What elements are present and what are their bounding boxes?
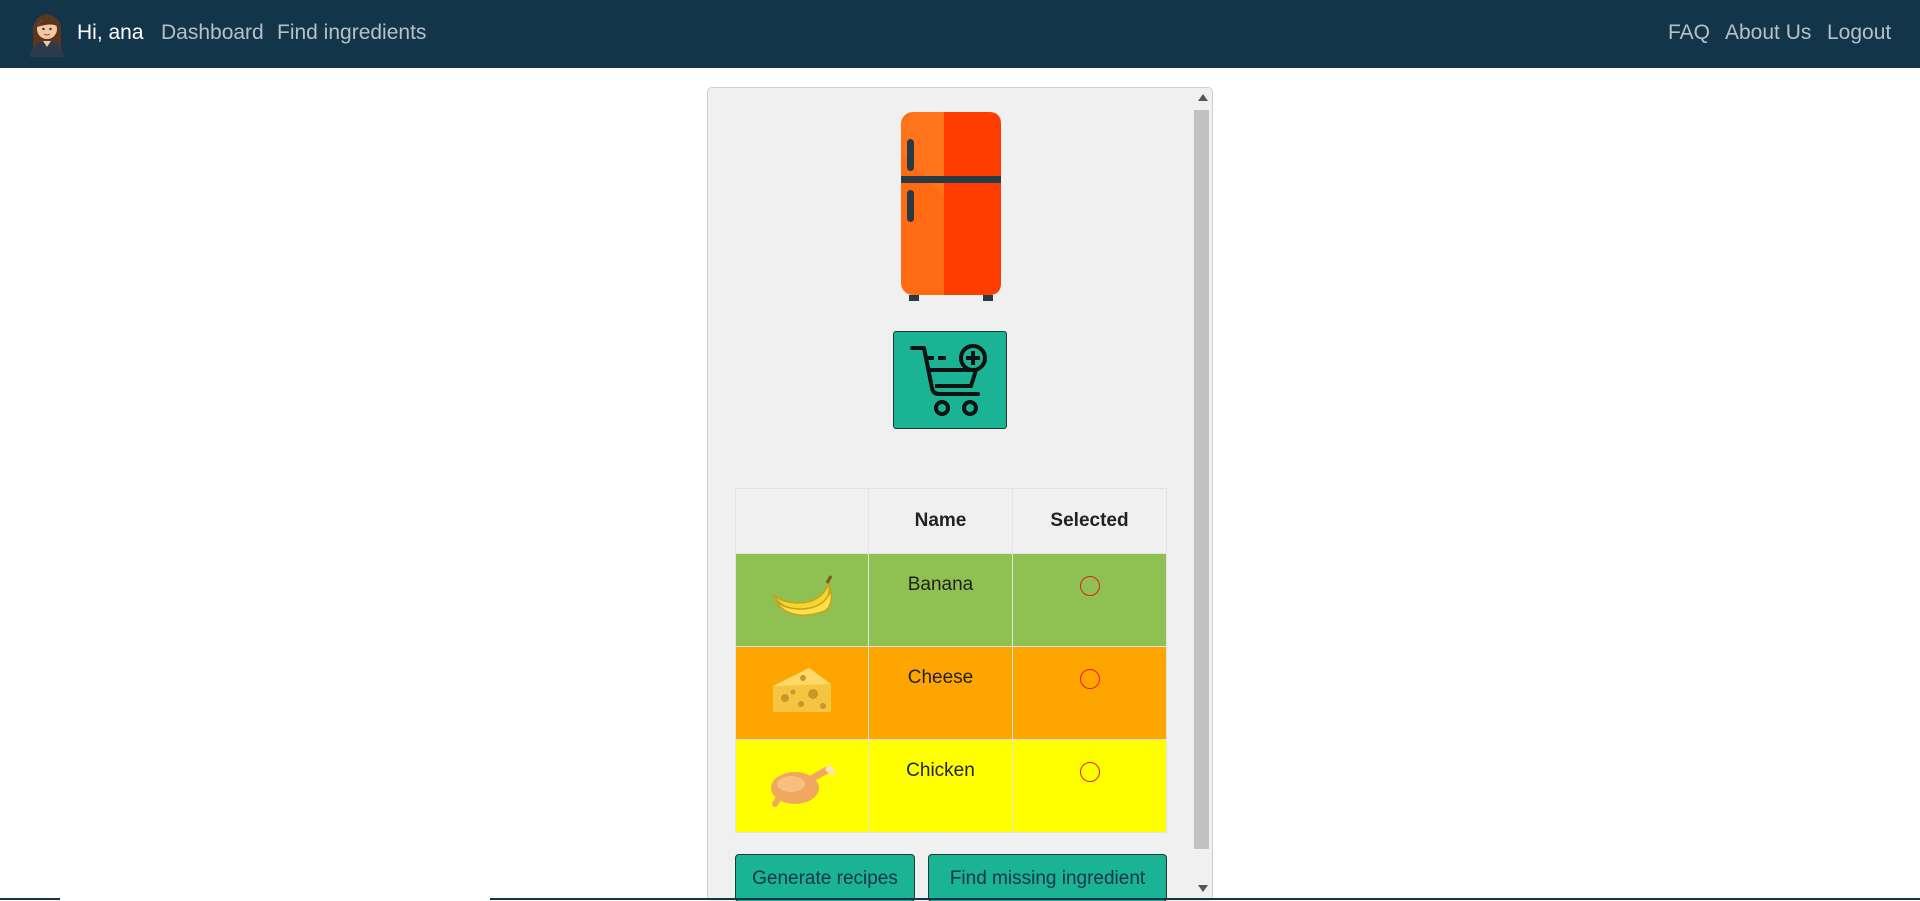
- select-radio-cheese[interactable]: [1079, 669, 1100, 689]
- ingredient-name: Banana: [868, 553, 1013, 647]
- fridge-panel: Name Selected Banana Cheese Chicken Gene…: [707, 87, 1213, 901]
- top-navbar: Hi, ana Dashboard Find ingredients FAQ A…: [0, 0, 1920, 68]
- fridge-icon: [901, 112, 1001, 301]
- select-radio-chicken[interactable]: [1079, 762, 1100, 782]
- ingredient-image-cell: [735, 739, 869, 833]
- cheese-icon: [773, 667, 831, 712]
- table-header-row: Name Selected: [735, 488, 1167, 554]
- ingredient-selected-cell: [1012, 739, 1167, 833]
- find-missing-ingredient-button[interactable]: Find missing ingredient: [928, 854, 1167, 901]
- scroll-up-arrow-icon[interactable]: [1198, 94, 1208, 101]
- scrollbar[interactable]: [1192, 88, 1212, 901]
- ingredient-selected-cell: [1012, 553, 1167, 647]
- avatar[interactable]: [27, 9, 67, 57]
- select-radio-banana[interactable]: [1079, 576, 1100, 596]
- nav-link-faq[interactable]: FAQ: [1668, 21, 1710, 45]
- add-ingredient-button[interactable]: [893, 331, 1007, 429]
- greeting-text: Hi, ana: [77, 21, 144, 44]
- cart-plus-icon: [910, 344, 987, 416]
- column-header-selected: Selected: [1012, 488, 1167, 554]
- generate-recipes-button[interactable]: Generate recipes: [735, 854, 915, 901]
- table-row[interactable]: Cheese: [735, 646, 1167, 740]
- nav-link-about-us[interactable]: About Us: [1725, 21, 1811, 45]
- ingredient-selected-cell: [1012, 646, 1167, 740]
- column-header-name: Name: [868, 488, 1013, 554]
- ingredients-table: Name Selected Banana Cheese Chicken: [735, 488, 1167, 833]
- ingredient-name: Cheese: [868, 646, 1013, 740]
- ingredient-image-cell: [735, 553, 869, 647]
- ingredient-name: Chicken: [868, 739, 1013, 833]
- column-header-image: [735, 488, 869, 554]
- table-row[interactable]: Banana: [735, 553, 1167, 647]
- nav-link-dashboard[interactable]: Dashboard: [161, 21, 264, 45]
- ingredient-image-cell: [735, 646, 869, 740]
- chicken-icon: [771, 765, 835, 807]
- table-row[interactable]: Chicken: [735, 739, 1167, 833]
- scroll-down-arrow-icon[interactable]: [1198, 885, 1208, 892]
- banana-icon: [772, 574, 833, 616]
- nav-link-logout[interactable]: Logout: [1827, 21, 1891, 45]
- nav-link-find-ingredients[interactable]: Find ingredients: [277, 21, 426, 45]
- scrollbar-thumb[interactable]: [1194, 110, 1209, 849]
